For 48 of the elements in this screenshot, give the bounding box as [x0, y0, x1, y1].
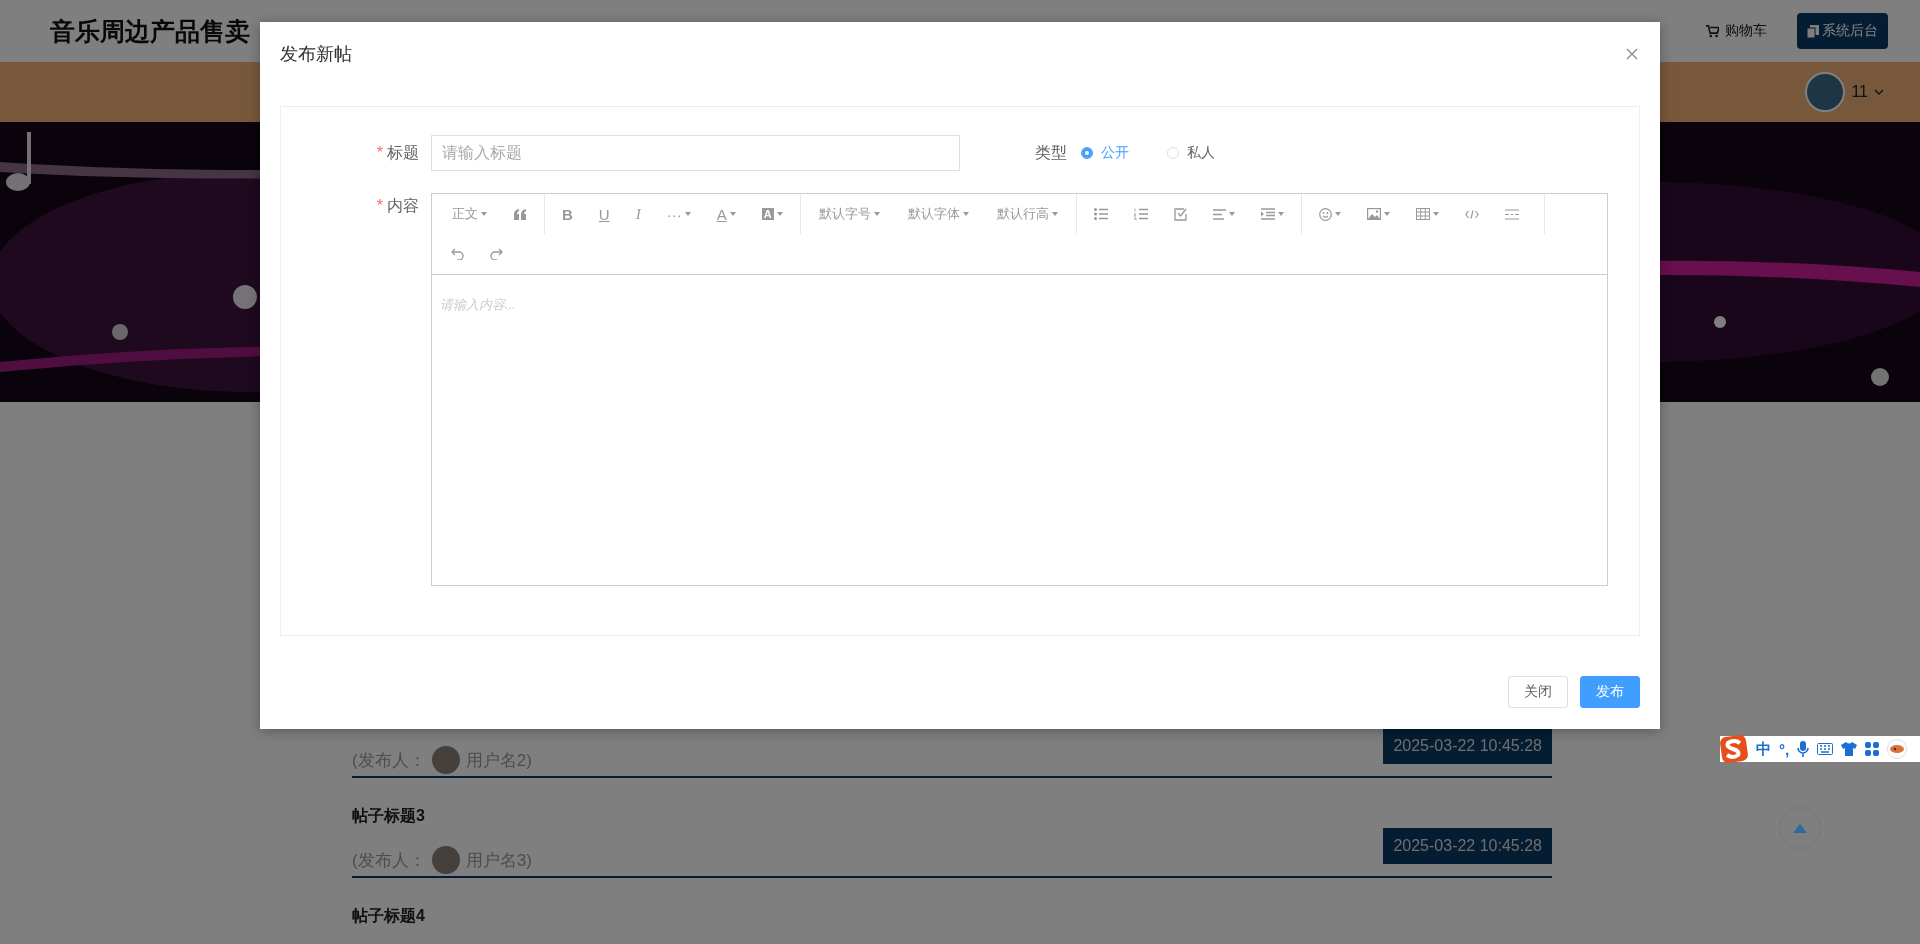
required-mark: * [376, 197, 383, 214]
avatar [431, 846, 460, 874]
post-title[interactable]: 帖子标题3 [352, 806, 1552, 830]
microphone-icon[interactable] [1797, 741, 1810, 757]
keyboard-icon[interactable] [1817, 743, 1834, 755]
radio-option[interactable]: 私人 [1167, 144, 1215, 162]
close-button[interactable]: 关闭 [1508, 676, 1568, 708]
table-icon [1415, 208, 1430, 220]
document-icon [1807, 24, 1819, 38]
divider-icon [1504, 208, 1519, 220]
indent-icon [1260, 208, 1275, 220]
avatar [431, 746, 460, 774]
dialog-title: 发布新帖 [280, 43, 352, 66]
mascot-icon[interactable] [1887, 739, 1908, 759]
quote-icon [514, 208, 527, 220]
date-badge: 2025-03-22 10:45:28 [1383, 728, 1552, 764]
title-input[interactable]: 请输入标题 [431, 135, 960, 171]
date-badge: 2025-03-22 10:45:28 [1383, 828, 1552, 864]
close-icon[interactable] [1626, 48, 1638, 60]
avatar [1805, 72, 1846, 112]
image-icon [1366, 208, 1381, 220]
align-left-icon [1212, 208, 1226, 220]
field-label: 内容 [387, 197, 419, 214]
cart-icon [1706, 24, 1719, 38]
undo-icon [451, 248, 464, 260]
code-icon [1464, 209, 1479, 219]
chevron-down-icon [1874, 88, 1884, 96]
required-mark: * [376, 144, 383, 161]
smiley-icon [1318, 207, 1332, 221]
admin-button[interactable]: 系统后台 [1797, 13, 1888, 49]
punctuation-mode[interactable]: °, [1779, 740, 1790, 758]
field-label: 标题 [387, 144, 419, 161]
checkbox-icon [1173, 207, 1187, 221]
site-title: 音乐周边产品售卖 [50, 15, 250, 47]
publish-button[interactable]: 发布 [1580, 676, 1640, 708]
redo-icon [490, 248, 503, 260]
triangle-up-icon [1793, 823, 1807, 833]
cart-link[interactable]: 购物车 [1706, 22, 1767, 40]
input-mode[interactable]: 中 [1756, 739, 1771, 759]
shirt-icon[interactable] [1841, 742, 1858, 756]
post-title[interactable]: 帖子标题4 [352, 906, 1552, 930]
sogou-logo-icon[interactable] [1720, 735, 1748, 763]
grid-icon[interactable] [1865, 742, 1880, 756]
user-menu[interactable]: 11 [1805, 72, 1884, 112]
bulleted-list-icon [1093, 208, 1108, 220]
radio-option[interactable]: 公开 [1081, 144, 1129, 162]
numbered-list-icon [1133, 208, 1148, 220]
field-label: 类型 [1035, 142, 1067, 163]
